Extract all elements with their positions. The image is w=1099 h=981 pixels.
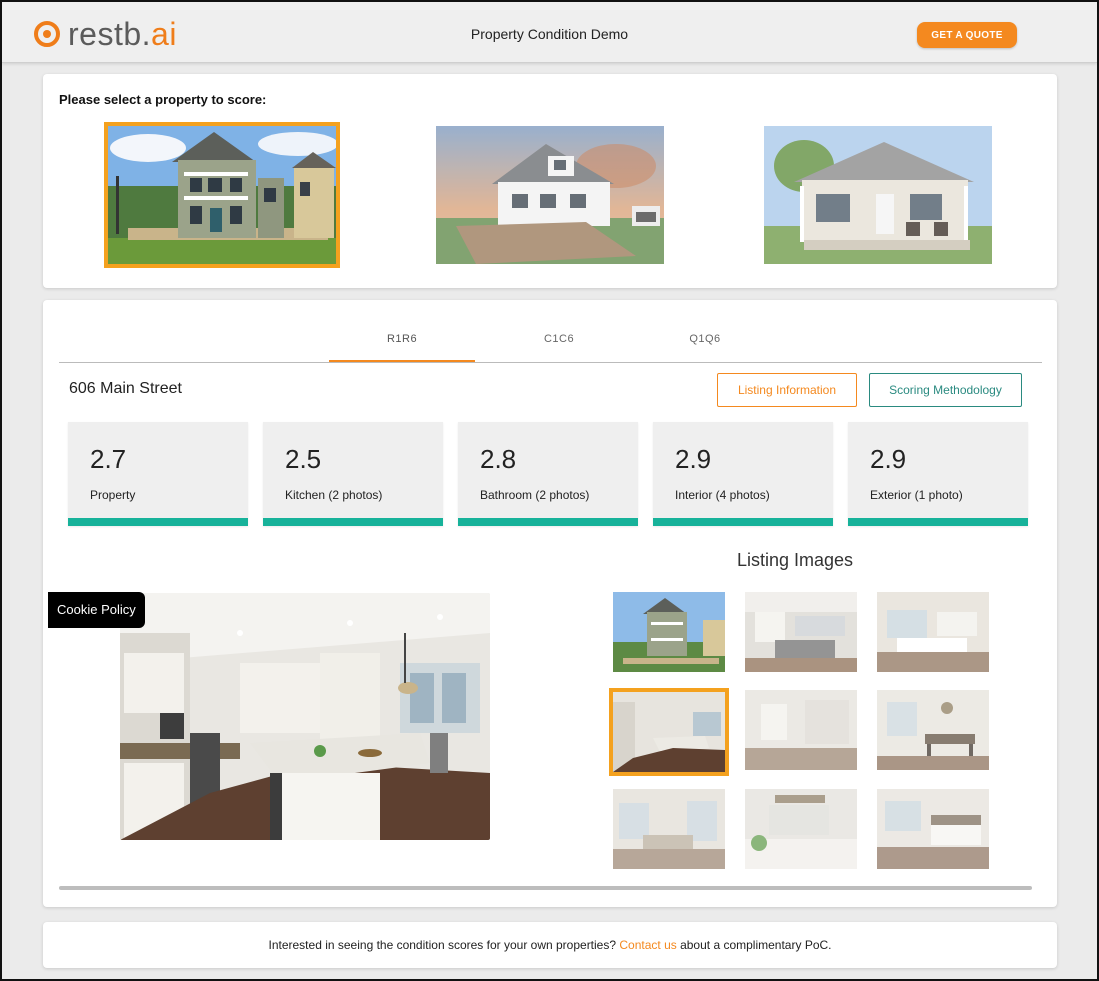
property-option-1[interactable] — [104, 122, 340, 268]
score-value: 2.9 — [870, 444, 907, 474]
listing-thumb-6[interactable] — [877, 690, 989, 770]
score-bar — [848, 518, 1028, 526]
score-card-interior: 2.9 Interior (4 photos) — [653, 422, 833, 526]
score-bar — [653, 518, 833, 526]
dining-room-thumbnail-image — [877, 690, 989, 770]
bathroom-thumbnail-image — [745, 789, 857, 869]
listing-thumb-3[interactable] — [877, 592, 989, 672]
score-tabs: R1R6 C1C6 Q1Q6 — [59, 322, 1042, 363]
top-bar: restb.ai Property Condition Demo GET A Q… — [2, 2, 1097, 63]
listing-thumb-8[interactable] — [745, 789, 857, 869]
listing-thumb-4[interactable] — [609, 688, 729, 776]
footer-text-after: about a complimentary PoC. — [676, 938, 832, 952]
bungalow-house-image — [764, 126, 992, 264]
property-selection-title: Please select a property to score: — [59, 92, 267, 107]
score-card-property: 2.7 Property — [68, 422, 248, 526]
empty-room-thumbnail-image — [745, 690, 857, 770]
score-value: 2.7 — [90, 444, 127, 474]
listing-thumb-7[interactable] — [613, 789, 725, 869]
score-label: Exterior (1 photo) — [870, 488, 963, 502]
scoring-methodology-button[interactable]: Scoring Methodology — [869, 373, 1022, 407]
listing-thumb-9[interactable] — [877, 789, 989, 869]
bedroom-thumbnail-image — [877, 789, 989, 869]
selected-listing-photo — [120, 593, 490, 840]
score-card-exterior: 2.9 Exterior (1 photo) — [848, 422, 1028, 526]
score-card-kitchen: 2.5 Kitchen (2 photos) — [263, 422, 443, 526]
tab-q1q6[interactable]: Q1Q6 — [632, 322, 778, 360]
score-label: Kitchen (2 photos) — [285, 488, 383, 502]
horizontal-scrollbar[interactable] — [59, 886, 1032, 890]
sunset-house-image — [436, 126, 664, 264]
footer-text-before: Interested in seeing the condition score… — [268, 938, 620, 952]
listing-thumb-2[interactable] — [745, 592, 857, 672]
score-value: 2.9 — [675, 444, 712, 474]
score-label: Bathroom (2 photos) — [480, 488, 590, 502]
property-selection-card: Please select a property to score: — [43, 74, 1057, 288]
score-bar — [263, 518, 443, 526]
tab-c1c6[interactable]: C1C6 — [486, 322, 632, 360]
property-option-3[interactable] — [764, 126, 992, 264]
condition-score-card: R1R6 C1C6 Q1Q6 606 Main Street Listing I… — [43, 300, 1057, 907]
score-label: Property — [90, 488, 136, 502]
two-story-house-image — [108, 126, 336, 264]
property-address: 606 Main Street — [69, 380, 182, 397]
contact-us-link[interactable]: Contact us — [619, 938, 676, 952]
exterior-thumbnail-image — [613, 592, 725, 672]
living-room-thumbnail-image — [877, 592, 989, 672]
get-a-quote-button[interactable]: GET A QUOTE — [917, 22, 1017, 48]
listing-thumb-1[interactable] — [613, 592, 725, 672]
score-bar — [68, 518, 248, 526]
listing-images-title: Listing Images — [737, 550, 854, 570]
score-bar — [458, 518, 638, 526]
tab-r1r6[interactable]: R1R6 — [329, 322, 475, 362]
listing-thumb-5[interactable] — [745, 690, 857, 770]
score-value: 2.5 — [285, 444, 322, 474]
score-value: 2.8 — [480, 444, 517, 474]
listing-information-button[interactable]: Listing Information — [717, 373, 857, 407]
living-area-thumbnail-image — [613, 789, 725, 869]
footer-message: Interested in seeing the condition score… — [43, 938, 1057, 952]
score-label: Interior (4 photos) — [675, 488, 770, 502]
cookie-policy-button[interactable]: Cookie Policy — [48, 592, 145, 628]
footer-card: Interested in seeing the condition score… — [43, 922, 1057, 968]
score-card-bathroom: 2.8 Bathroom (2 photos) — [458, 422, 638, 526]
kitchen-thumbnail-image — [613, 692, 725, 772]
property-option-2[interactable] — [436, 126, 664, 264]
kitchen-photo-image — [120, 593, 490, 840]
kitchen-thumbnail-image — [745, 592, 857, 672]
